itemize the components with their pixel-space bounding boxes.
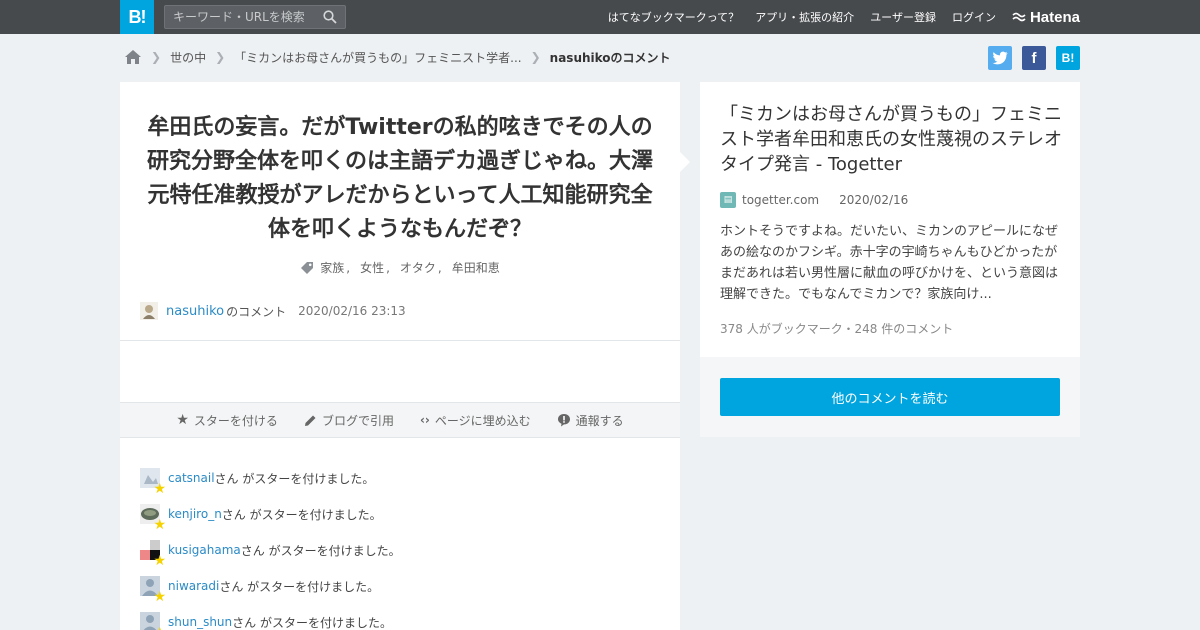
star-username[interactable]: kusigahama [168, 543, 241, 557]
star-text: さん がスターを付けました。 [232, 615, 392, 630]
embed-label: ページに埋め込む [434, 413, 531, 428]
comment-text: 牟田氏の妄言。だがTwitterの私的呟きでその人の研究分野全体を叩くのは主語デ… [146, 115, 653, 242]
tag-item[interactable]: 牟田和恵 [452, 259, 500, 276]
add-star-label: スターを付ける [193, 413, 278, 428]
search-box [164, 5, 346, 29]
report-label: 通報する [575, 413, 624, 428]
star-icon: ★ [153, 481, 166, 497]
blog-quote-label: ブログで引用 [321, 413, 394, 428]
entry-domain[interactable]: togetter.com [742, 193, 819, 207]
entry-counts[interactable]: 378 人がブックマーク・248 件のコメント [720, 320, 953, 337]
entry-title[interactable]: 「ミカンはお母さんが買うもの」フェミニスト学者牟田和恵氏の女性蔑視のステレオタイ… [720, 102, 1065, 177]
star-username[interactable]: kenjiro_n [168, 507, 222, 521]
blog-quote-button[interactable]: ブログで引用 [304, 412, 394, 429]
hatena-brand-link[interactable]: Hatena [1012, 9, 1080, 26]
avatar[interactable]: ★ [140, 612, 166, 630]
star-username[interactable]: niwaradi [168, 579, 219, 593]
avatar[interactable]: ★ [140, 540, 166, 568]
star-icon: ★ [176, 412, 189, 428]
header-nav: はてなブックマークって？ アプリ・拡張の紹介 ユーザー登録 ログイン Haten… [608, 0, 1080, 34]
star-icon: ★ [153, 553, 166, 569]
embed-button[interactable]: ‹› ページに埋め込む [420, 412, 531, 429]
star-list: ★ catsnail さん がスターを付けました。 ★ kenjiro_n さん… [140, 460, 401, 630]
alert-icon [557, 414, 570, 427]
hatena-brand-label: Hatena [1029, 8, 1080, 26]
commenter-info: nasuhiko のコメント 2020/02/16 23:13 [140, 302, 406, 320]
tag-item[interactable]: 女性 [360, 259, 384, 276]
commenter-username[interactable]: nasuhiko [166, 304, 224, 319]
site-favicon-icon: ▤ [720, 192, 736, 208]
hatena-share-button[interactable]: B! [1056, 46, 1080, 70]
tag-icon [301, 261, 314, 274]
avatar[interactable] [140, 302, 158, 320]
entry-card: 「ミカンはお母さんが買うもの」フェミニスト学者牟田和恵氏の女性蔑視のステレオタイ… [700, 82, 1080, 357]
nav-register-link[interactable]: ユーザー登録 [870, 9, 936, 25]
avatar[interactable]: ★ [140, 504, 166, 532]
avatar[interactable]: ★ [140, 576, 166, 604]
tag-separator: , [437, 260, 442, 275]
chevron-right-icon: ❯ [151, 50, 162, 64]
star-list-item: ★ kusigahama さん がスターを付けました。 [140, 532, 401, 568]
divider [120, 340, 680, 341]
nav-apps-link[interactable]: アプリ・拡張の紹介 [755, 9, 854, 25]
facebook-share-button[interactable]: f [1022, 46, 1046, 70]
star-icon: ★ [153, 589, 166, 605]
star-list-item: ★ niwaradi さん がスターを付けました。 [140, 568, 401, 604]
comment-actions: ★ スターを付ける ブログで引用 ‹› ページに埋め込む 通報する [120, 402, 680, 438]
star-text: さん がスターを付けました。 [219, 579, 380, 594]
star-list-item: ★ catsnail さん がスターを付けました。 [140, 460, 401, 496]
star-username[interactable]: shun_shun [168, 615, 232, 629]
entry-meta: ▤ togetter.com 2020/02/16 [720, 192, 908, 208]
twitter-bird-icon [992, 51, 1008, 65]
star-text: さん がスターを付けました。 [240, 543, 401, 558]
tag-item[interactable]: 家族 [320, 259, 344, 276]
read-more-panel: 他のコメントを読む [700, 357, 1080, 437]
report-button[interactable]: 通報する [557, 412, 624, 429]
comment-card: 牟田氏の妄言。だがTwitterの私的呟きでその人の研究分野全体を叩くのは主語デ… [120, 82, 680, 630]
star-list-item: ★ shun_shun さん がスターを付けました。 [140, 604, 401, 630]
top-bar: B! はてなブックマークって？ アプリ・拡張の紹介 ユーザー登録 ログイン Ha… [0, 0, 1200, 34]
nav-about-link[interactable]: はてなブックマークって？ [608, 9, 739, 25]
search-input[interactable] [165, 6, 315, 28]
star-icon: ★ [153, 626, 166, 630]
facebook-icon: f [1031, 49, 1037, 67]
home-icon[interactable] [124, 49, 142, 65]
twitter-share-button[interactable] [988, 46, 1012, 70]
tag-item[interactable]: オタク [400, 259, 436, 276]
chevron-right-icon: ❯ [215, 50, 226, 64]
hatena-b-icon: B! [1061, 51, 1075, 65]
card-pointer [680, 152, 690, 172]
entry-date: 2020/02/16 [839, 193, 909, 207]
chevron-right-icon: ❯ [530, 50, 541, 64]
comment-suffix: のコメント [226, 304, 287, 319]
breadcrumb-category[interactable]: 世の中 [170, 49, 206, 66]
tag-separator: , [386, 260, 390, 275]
breadcrumb-entry[interactable]: 「ミカンはお母さんが買うもの」フェミニスト学者... [234, 49, 521, 66]
search-icon[interactable] [323, 10, 337, 24]
read-more-button[interactable]: 他のコメントを読む [720, 378, 1060, 416]
entry-excerpt: ホントそうですよね。だいたい、ミカンのアピールになぜあの絵なのかフシギ。赤十字の… [720, 224, 1059, 302]
tag-separator: , [346, 260, 351, 275]
code-icon: ‹› [419, 413, 430, 427]
breadcrumb-current: nasuhikoのコメント [549, 50, 671, 65]
breadcrumb: ❯ 世の中 ❯ 「ミカンはお母さんが買うもの」フェミニスト学者... ❯ nas… [124, 46, 671, 68]
share-buttons: f B! [988, 46, 1080, 70]
tag-list: 家族, 女性, オタク, 牟田和恵 [120, 259, 680, 276]
pencil-icon [304, 415, 316, 426]
hatena-wave-icon [1012, 12, 1026, 22]
nav-login-link[interactable]: ログイン [952, 9, 996, 25]
star-username[interactable]: catsnail [168, 471, 215, 485]
comment-datetime[interactable]: 2020/02/16 23:13 [298, 304, 406, 318]
star-text: さん がスターを付けました。 [214, 471, 375, 486]
star-icon: ★ [153, 517, 166, 533]
add-star-button[interactable]: ★ スターを付ける [176, 412, 278, 429]
star-text: さん がスターを付けました。 [221, 507, 382, 522]
star-list-item: ★ kenjiro_n さん がスターを付けました。 [140, 496, 401, 532]
avatar[interactable]: ★ [140, 468, 166, 496]
hatena-bookmark-logo[interactable]: B! [120, 0, 154, 34]
